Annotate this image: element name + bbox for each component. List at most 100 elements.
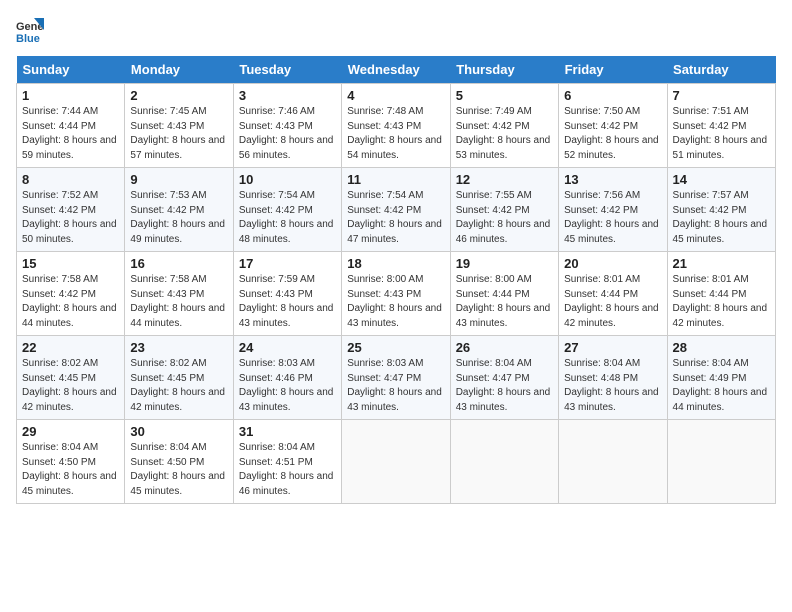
calendar-cell: 30Sunrise: 8:04 AMSunset: 4:50 PMDayligh… bbox=[125, 420, 233, 504]
calendar-cell: 21 Sunrise: 8:01 AMSunset: 4:44 PMDayligh… bbox=[667, 252, 775, 336]
logo-icon: General Blue bbox=[16, 16, 44, 44]
day-number: 9 bbox=[130, 172, 227, 187]
day-number: 17 bbox=[239, 256, 336, 271]
day-number: 29 bbox=[22, 424, 119, 439]
calendar-cell: 7 Sunrise: 7:51 AMSunset: 4:42 PMDaylight… bbox=[667, 84, 775, 168]
svg-text:Blue: Blue bbox=[16, 33, 40, 44]
calendar-week-3: 15Sunrise: 7:58 AMSunset: 4:42 PMDayligh… bbox=[17, 252, 776, 336]
calendar-cell: 6 Sunrise: 7:50 AMSunset: 4:42 PMDaylight… bbox=[559, 84, 667, 168]
calendar-week-4: 22 Sunrise: 8:02 AMSunset: 4:45 PMDayligh… bbox=[17, 336, 776, 420]
calendar-cell: 4Sunrise: 7:48 AMSunset: 4:43 PMDaylight… bbox=[342, 84, 450, 168]
day-info: Sunrise: 8:04 AMSunset: 4:50 PMDaylight:… bbox=[22, 441, 119, 499]
header-saturday: Saturday bbox=[667, 56, 775, 84]
calendar-cell: 12 Sunrise: 7:55 AMSunset: 4:42 PMDayligh… bbox=[450, 168, 558, 252]
day-number: 7 bbox=[673, 88, 770, 103]
calendar-cell: 5Sunrise: 7:49 AMSunset: 4:42 PMDaylight… bbox=[450, 84, 558, 168]
day-number: 24 bbox=[239, 340, 336, 355]
day-number: 31 bbox=[239, 424, 336, 439]
day-number: 11 bbox=[347, 172, 444, 187]
calendar-cell: 16Sunrise: 7:58 AMSunset: 4:43 PMDayligh… bbox=[125, 252, 233, 336]
day-info: Sunrise: 8:04 AMSunset: 4:48 PMDaylight:… bbox=[564, 357, 661, 415]
calendar-cell: 20 Sunrise: 8:01 AMSunset: 4:44 PMDayligh… bbox=[559, 252, 667, 336]
calendar-cell: 11 Sunrise: 7:54 AMSunset: 4:42 PMDayligh… bbox=[342, 168, 450, 252]
day-number: 23 bbox=[130, 340, 227, 355]
day-number: 10 bbox=[239, 172, 336, 187]
day-info: Sunrise: 8:00 AMSunset: 4:44 PMDaylight:… bbox=[456, 273, 553, 331]
day-info: Sunrise: 8:02 AMSunset: 4:45 PMDaylight:… bbox=[130, 357, 227, 415]
day-info: Sunrise: 7:54 AMSunset: 4:42 PMDaylight:… bbox=[347, 189, 444, 247]
day-info: Sunrise: 7:51 AMSunset: 4:42 PMDaylight:… bbox=[673, 105, 770, 163]
calendar-table: SundayMondayTuesdayWednesdayThursdayFrid… bbox=[16, 56, 776, 504]
day-number: 13 bbox=[564, 172, 661, 187]
day-number: 1 bbox=[22, 88, 119, 103]
logo: General Blue bbox=[16, 16, 48, 44]
calendar-cell: 2Sunrise: 7:45 AMSunset: 4:43 PMDaylight… bbox=[125, 84, 233, 168]
calendar-week-1: 1 Sunrise: 7:44 AMSunset: 4:44 PMDaylight… bbox=[17, 84, 776, 168]
day-info: Sunrise: 8:02 AMSunset: 4:45 PMDaylight:… bbox=[22, 357, 119, 415]
calendar-cell bbox=[450, 420, 558, 504]
day-info: Sunrise: 7:55 AMSunset: 4:42 PMDaylight:… bbox=[456, 189, 553, 247]
day-info: Sunrise: 7:57 AMSunset: 4:42 PMDaylight:… bbox=[673, 189, 770, 247]
day-info: Sunrise: 8:04 AMSunset: 4:47 PMDaylight:… bbox=[456, 357, 553, 415]
day-info: Sunrise: 8:03 AMSunset: 4:47 PMDaylight:… bbox=[347, 357, 444, 415]
day-info: Sunrise: 8:04 AMSunset: 4:51 PMDaylight:… bbox=[239, 441, 336, 499]
day-info: Sunrise: 8:00 AMSunset: 4:43 PMDaylight:… bbox=[347, 273, 444, 331]
day-info: Sunrise: 8:01 AMSunset: 4:44 PMDaylight:… bbox=[564, 273, 661, 331]
day-info: Sunrise: 7:50 AMSunset: 4:42 PMDaylight:… bbox=[564, 105, 661, 163]
calendar-cell: 14 Sunrise: 7:57 AMSunset: 4:42 PMDayligh… bbox=[667, 168, 775, 252]
calendar-cell: 1 Sunrise: 7:44 AMSunset: 4:44 PMDaylight… bbox=[17, 84, 125, 168]
calendar-cell: 27 Sunrise: 8:04 AMSunset: 4:48 PMDayligh… bbox=[559, 336, 667, 420]
day-number: 12 bbox=[456, 172, 553, 187]
calendar-cell bbox=[342, 420, 450, 504]
calendar-week-2: 8 Sunrise: 7:52 AMSunset: 4:42 PMDaylight… bbox=[17, 168, 776, 252]
calendar-cell: 8 Sunrise: 7:52 AMSunset: 4:42 PMDaylight… bbox=[17, 168, 125, 252]
calendar-cell: 19 Sunrise: 8:00 AMSunset: 4:44 PMDayligh… bbox=[450, 252, 558, 336]
day-number: 25 bbox=[347, 340, 444, 355]
day-info: Sunrise: 7:54 AMSunset: 4:42 PMDaylight:… bbox=[239, 189, 336, 247]
day-number: 14 bbox=[673, 172, 770, 187]
day-info: Sunrise: 8:01 AMSunset: 4:44 PMDaylight:… bbox=[673, 273, 770, 331]
header-wednesday: Wednesday bbox=[342, 56, 450, 84]
calendar-cell: 10 Sunrise: 7:54 AMSunset: 4:42 PMDayligh… bbox=[233, 168, 341, 252]
calendar-cell: 17 Sunrise: 7:59 AMSunset: 4:43 PMDayligh… bbox=[233, 252, 341, 336]
calendar-cell: 25 Sunrise: 8:03 AMSunset: 4:47 PMDayligh… bbox=[342, 336, 450, 420]
calendar-cell: 9 Sunrise: 7:53 AMSunset: 4:42 PMDaylight… bbox=[125, 168, 233, 252]
day-number: 20 bbox=[564, 256, 661, 271]
calendar-cell: 23 Sunrise: 8:02 AMSunset: 4:45 PMDayligh… bbox=[125, 336, 233, 420]
calendar-cell: 22 Sunrise: 8:02 AMSunset: 4:45 PMDayligh… bbox=[17, 336, 125, 420]
calendar-cell: 29 Sunrise: 8:04 AMSunset: 4:50 PMDayligh… bbox=[17, 420, 125, 504]
day-number: 22 bbox=[22, 340, 119, 355]
day-number: 19 bbox=[456, 256, 553, 271]
day-info: Sunrise: 7:44 AMSunset: 4:44 PMDaylight:… bbox=[22, 105, 119, 163]
day-number: 27 bbox=[564, 340, 661, 355]
day-info: Sunrise: 8:03 AMSunset: 4:46 PMDaylight:… bbox=[239, 357, 336, 415]
day-number: 6 bbox=[564, 88, 661, 103]
calendar-cell: 13 Sunrise: 7:56 AMSunset: 4:42 PMDayligh… bbox=[559, 168, 667, 252]
calendar-cell bbox=[559, 420, 667, 504]
day-info: Sunrise: 8:04 AMSunset: 4:50 PMDaylight:… bbox=[130, 441, 227, 499]
day-info: Sunrise: 7:52 AMSunset: 4:42 PMDaylight:… bbox=[22, 189, 119, 247]
day-info: Sunrise: 7:56 AMSunset: 4:42 PMDaylight:… bbox=[564, 189, 661, 247]
calendar-cell: 18 Sunrise: 8:00 AMSunset: 4:43 PMDayligh… bbox=[342, 252, 450, 336]
day-number: 21 bbox=[673, 256, 770, 271]
day-number: 5 bbox=[456, 88, 553, 103]
calendar-cell: 3Sunrise: 7:46 AMSunset: 4:43 PMDaylight… bbox=[233, 84, 341, 168]
day-number: 18 bbox=[347, 256, 444, 271]
page-header: General Blue bbox=[16, 16, 776, 44]
day-info: Sunrise: 7:53 AMSunset: 4:42 PMDaylight:… bbox=[130, 189, 227, 247]
calendar-cell: 15Sunrise: 7:58 AMSunset: 4:42 PMDayligh… bbox=[17, 252, 125, 336]
day-info: Sunrise: 7:48 AMSunset: 4:43 PMDaylight:… bbox=[347, 105, 444, 163]
day-info: Sunrise: 8:04 AMSunset: 4:49 PMDaylight:… bbox=[673, 357, 770, 415]
day-info: Sunrise: 7:58 AMSunset: 4:42 PMDaylight:… bbox=[22, 273, 119, 331]
calendar-cell bbox=[667, 420, 775, 504]
calendar-cell: 28 Sunrise: 8:04 AMSunset: 4:49 PMDayligh… bbox=[667, 336, 775, 420]
day-info: Sunrise: 7:59 AMSunset: 4:43 PMDaylight:… bbox=[239, 273, 336, 331]
day-number: 8 bbox=[22, 172, 119, 187]
day-number: 28 bbox=[673, 340, 770, 355]
header-sunday: Sunday bbox=[17, 56, 125, 84]
header-monday: Monday bbox=[125, 56, 233, 84]
header-tuesday: Tuesday bbox=[233, 56, 341, 84]
calendar-header-row: SundayMondayTuesdayWednesdayThursdayFrid… bbox=[17, 56, 776, 84]
header-friday: Friday bbox=[559, 56, 667, 84]
day-number: 2 bbox=[130, 88, 227, 103]
